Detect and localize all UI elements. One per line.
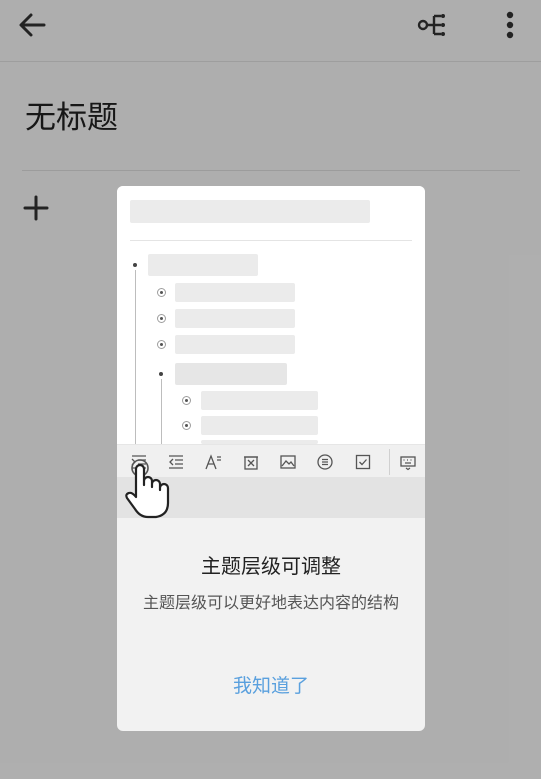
bullet-dot	[182, 396, 191, 405]
got-it-button[interactable]: 我知道了	[201, 670, 341, 702]
subtopic-placeholder	[175, 309, 295, 328]
bullet-dot	[157, 340, 166, 349]
bullet-dot	[157, 288, 166, 297]
pointing-hand-icon	[125, 459, 170, 519]
modal-overlay[interactable]: 主题层级可调整 主题层级可以更好地表达内容的结构 我知道了	[0, 0, 541, 779]
list-icon	[317, 454, 333, 470]
checkbox-icon	[355, 454, 371, 470]
dialog-description: 主题层级可以更好地表达内容的结构	[142, 593, 399, 612]
preview-title-placeholder	[130, 200, 370, 223]
bullet-dot	[157, 314, 166, 323]
text-style-icon	[205, 454, 221, 470]
indent-line	[135, 270, 136, 444]
bullet-dot	[159, 372, 163, 376]
tip-dialog: 主题层级可调整 主题层级可以更好地表达内容的结构 我知道了	[117, 186, 425, 731]
bullet-dot	[133, 263, 137, 267]
delete-node-icon	[244, 456, 258, 470]
subtopic-placeholder	[175, 335, 295, 354]
leaf-placeholder	[201, 391, 318, 410]
subtopic-placeholder	[175, 283, 295, 302]
bullet-dot	[182, 421, 191, 430]
toolbar-separator	[389, 449, 390, 475]
preview-divider	[130, 240, 412, 241]
indent-line	[161, 379, 162, 444]
keyboard-icon	[400, 456, 416, 471]
subtopic-placeholder	[175, 363, 287, 385]
image-icon	[280, 455, 296, 469]
outline-preview-image	[117, 186, 425, 519]
topic-placeholder	[148, 254, 258, 276]
leaf-placeholder	[201, 416, 318, 435]
dialog-title: 主题层级可调整	[201, 554, 341, 578]
